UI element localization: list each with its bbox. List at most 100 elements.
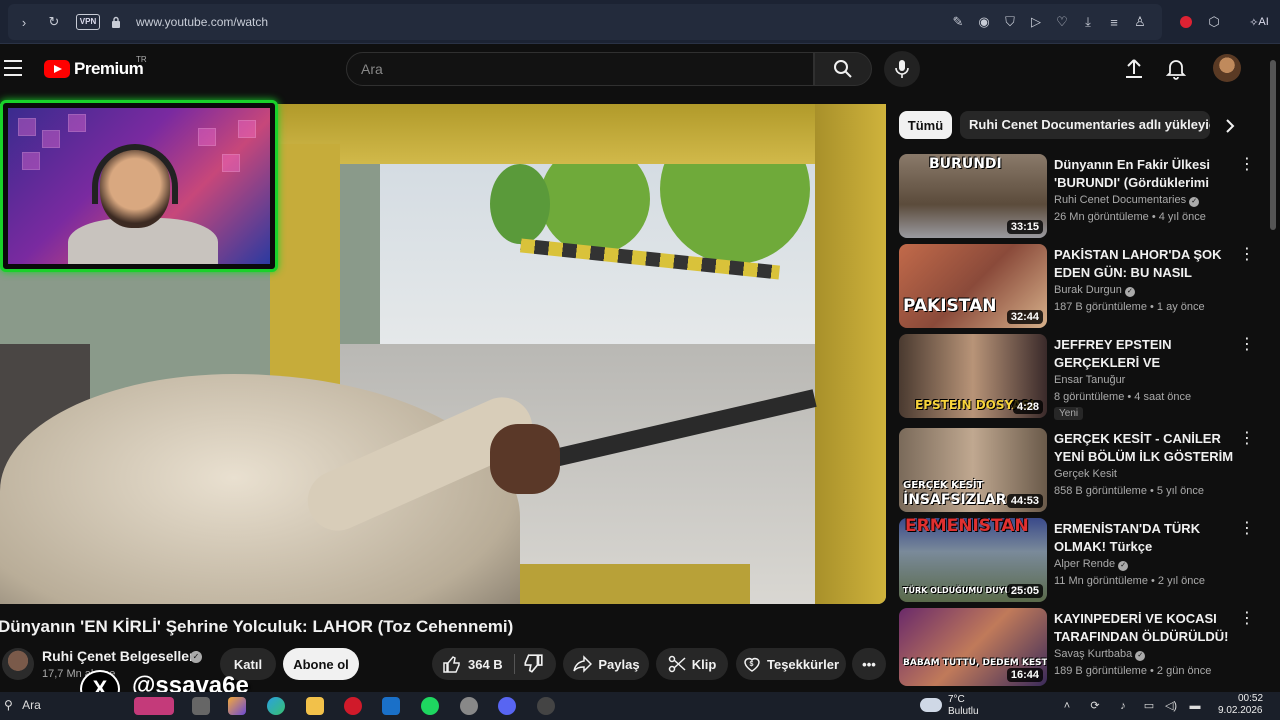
weather-widget[interactable]: 7°C Bulutlu (918, 693, 988, 719)
extension-red-icon[interactable] (1176, 12, 1196, 32)
camera-icon[interactable]: ◉ (974, 12, 994, 32)
ai-label: AI (1258, 16, 1269, 28)
tray-battery-icon[interactable]: ▬ (1188, 699, 1202, 713)
forward-icon[interactable]: › (14, 12, 34, 32)
video-duration: 25:05 (1006, 584, 1043, 598)
download-icon[interactable]: ⤓ (1078, 12, 1098, 32)
shield-icon[interactable]: ⛉ (1000, 12, 1020, 32)
screenshot-edit-icon[interactable]: ✎ (948, 12, 968, 32)
page-scrollbar[interactable] (1270, 60, 1276, 230)
ai-button[interactable]: ✧ AI (1242, 10, 1276, 34)
channel-name[interactable]: Ruhi Çenet Belgeselleri (42, 648, 198, 664)
webcam-feed (8, 108, 270, 264)
recommendation-meta: 11 Mn görüntüleme • 2 yıl önce (1054, 575, 1206, 587)
channel-label: Ruhi Cenet Documentaries (1054, 194, 1187, 206)
recommendation-channel[interactable]: Savaş Kurtbaba ✓ (1054, 648, 1146, 661)
tray-network-icon[interactable]: ▭ (1142, 699, 1156, 713)
recommendation-channel[interactable]: Gerçek Kesit (1054, 468, 1117, 480)
taskbar-app-icon[interactable] (192, 697, 210, 715)
recommendation-item[interactable]: GERÇEK KESİT İNSAFSIZLAR 44:53 GERÇEK KE… (899, 428, 1259, 514)
recommendation-item[interactable]: PAKISTAN 32:44 PAKİSTAN LAHOR'DA ŞOK EDE… (899, 244, 1259, 330)
recommendation-title[interactable]: Dünyanın En Fakir Ülkesi 'BURUNDI' (Görd… (1054, 156, 1234, 192)
recommendation-title[interactable]: PAKİSTAN LAHOR'DA ŞOK EDEN GÜN: BU NASIL… (1054, 246, 1234, 282)
share-button[interactable]: Paylaş (563, 648, 649, 680)
thumbs-down-icon[interactable] (522, 653, 544, 675)
hamburger-menu-icon[interactable] (4, 60, 22, 76)
chip-all[interactable]: Tümü (899, 111, 952, 139)
tray-chevron-up-icon[interactable]: ˄ (1060, 699, 1074, 713)
upload-icon[interactable] (1122, 56, 1146, 80)
voice-search-button[interactable] (884, 51, 920, 87)
search-button[interactable] (814, 52, 872, 86)
recommendation-meta: 858 B görüntüleme • 5 yıl önce (1054, 485, 1204, 497)
recommendation-title[interactable]: ERMENİSTAN'DA TÜRK OLMAK! Türkçe konuştu… (1054, 520, 1234, 556)
taskbar-folder-icon[interactable] (306, 697, 324, 715)
clock-date[interactable]: 9.02.2026 (1218, 705, 1263, 716)
kebab-menu-icon[interactable]: ⋮ (1239, 430, 1255, 450)
heart-icon[interactable]: ♡ (1052, 12, 1072, 32)
recommendation-channel[interactable]: Alper Rende ✓ (1054, 558, 1129, 571)
rickshaw-frame-right (815, 104, 886, 604)
thanks-button[interactable]: $ Teşekkürler (736, 648, 846, 680)
chevron-right-icon[interactable] (1218, 114, 1242, 138)
video-duration: 16:44 (1006, 668, 1043, 682)
clock-time[interactable]: 00:52 (1238, 693, 1263, 704)
reload-icon[interactable]: ↻ (44, 12, 64, 32)
recommendation-item[interactable]: BURUNDI 33:15 Dünyanın En Fakir Ülkesi '… (899, 154, 1259, 240)
taskbar-search[interactable]: ⚲ Ara (4, 698, 41, 712)
scissors-icon (668, 655, 686, 673)
taskbar-game-icon[interactable] (134, 697, 174, 715)
profile-icon[interactable]: ♙ (1130, 12, 1150, 32)
recommendation-item[interactable]: ERMENİSTAN TÜRK OLDUĞUMU DUYUNCA 25:05 E… (899, 518, 1259, 604)
video-thumbnail[interactable]: EPSTEIN DOSYASI 4:28 (899, 334, 1047, 418)
tray-microphone-icon[interactable]: ♪ (1116, 699, 1130, 713)
vpn-badge[interactable]: VPN (76, 14, 100, 30)
new-badge: Yeni (1054, 407, 1084, 420)
taskbar-edge-icon[interactable] (267, 697, 285, 715)
account-avatar[interactable] (1213, 54, 1241, 82)
taskbar-copilot-icon[interactable] (228, 697, 246, 715)
taskbar-search-label: Ara (22, 698, 41, 712)
video-thumbnail[interactable]: BURUNDI 33:15 (899, 154, 1047, 238)
video-thumbnail[interactable]: GERÇEK KESİT İNSAFSIZLAR 44:53 (899, 428, 1047, 512)
recommendation-item[interactable]: EPSTEIN DOSYASI 4:28 JEFFREY EPSTEIN GER… (899, 334, 1259, 420)
kebab-menu-icon[interactable]: ⋮ (1239, 246, 1255, 266)
taskbar-spotify-icon[interactable] (421, 697, 439, 715)
taskbar-chatgpt-icon[interactable] (460, 697, 478, 715)
recommendation-title[interactable]: JEFFREY EPSTEIN GERÇEKLERİ VE BİLİNMEYEN… (1054, 336, 1234, 372)
recommendation-item[interactable]: BABAM TUTTU, DEDEM KESTİ 16:44 KAYINPEDE… (899, 608, 1259, 686)
taskbar-outlook-icon[interactable] (382, 697, 400, 715)
youtube-premium-logo[interactable]: Premium TR (44, 55, 147, 79)
tray-volume-icon[interactable]: ◁) (1164, 699, 1178, 713)
kebab-menu-icon[interactable]: ⋮ (1239, 520, 1255, 540)
recommendation-meta: 189 B görüntüleme • 2 gün önce (1054, 665, 1212, 677)
notifications-bell-icon[interactable] (1164, 56, 1188, 80)
kebab-menu-icon[interactable]: ⋮ (1239, 610, 1255, 630)
tray-sync-icon[interactable]: ⟳ (1088, 699, 1102, 713)
subscribe-button[interactable]: Abone ol (283, 648, 359, 680)
taskbar-app-icon[interactable] (537, 697, 555, 715)
headset-icon (92, 144, 178, 204)
recommendation-channel[interactable]: Ensar Tanuğur (1054, 374, 1125, 386)
search-input[interactable] (361, 61, 801, 77)
cube-icon[interactable]: ⬡ (1204, 12, 1224, 32)
recommendation-channel[interactable]: Burak Durgun ✓ (1054, 284, 1135, 297)
menu-lines-icon[interactable]: ≡ (1104, 12, 1124, 32)
video-thumbnail[interactable]: ERMENİSTAN TÜRK OLDUĞUMU DUYUNCA 25:05 (899, 518, 1047, 602)
url-text[interactable]: www.youtube.com/watch (136, 15, 268, 29)
recommendation-title[interactable]: GERÇEK KESİT - CANİLER YENİ BÖLÜM İLK GÖ… (1054, 430, 1234, 466)
kebab-menu-icon[interactable]: ⋮ (1239, 156, 1255, 176)
more-actions-icon[interactable]: ••• (852, 648, 886, 680)
taskbar-discord-icon[interactable] (498, 697, 516, 715)
play-icon[interactable]: ▷ (1026, 12, 1046, 32)
like-divider (514, 654, 515, 674)
channel-avatar[interactable] (2, 648, 34, 680)
recommendation-title[interactable]: KAYINPEDERİ VE KOCASI TARAFINDAN ÖLDÜRÜL… (1054, 610, 1234, 646)
chip-channel-uploads[interactable]: Ruhi Cenet Documentaries adlı yükleyicid… (960, 111, 1210, 139)
taskbar-opera-icon[interactable] (344, 697, 362, 715)
clip-button[interactable]: Klip (656, 648, 728, 680)
video-thumbnail[interactable]: PAKISTAN 32:44 (899, 244, 1047, 328)
kebab-menu-icon[interactable]: ⋮ (1239, 336, 1255, 356)
recommendation-channel[interactable]: Ruhi Cenet Documentaries ✓ (1054, 194, 1200, 207)
video-thumbnail[interactable]: BABAM TUTTU, DEDEM KESTİ 16:44 (899, 608, 1047, 686)
